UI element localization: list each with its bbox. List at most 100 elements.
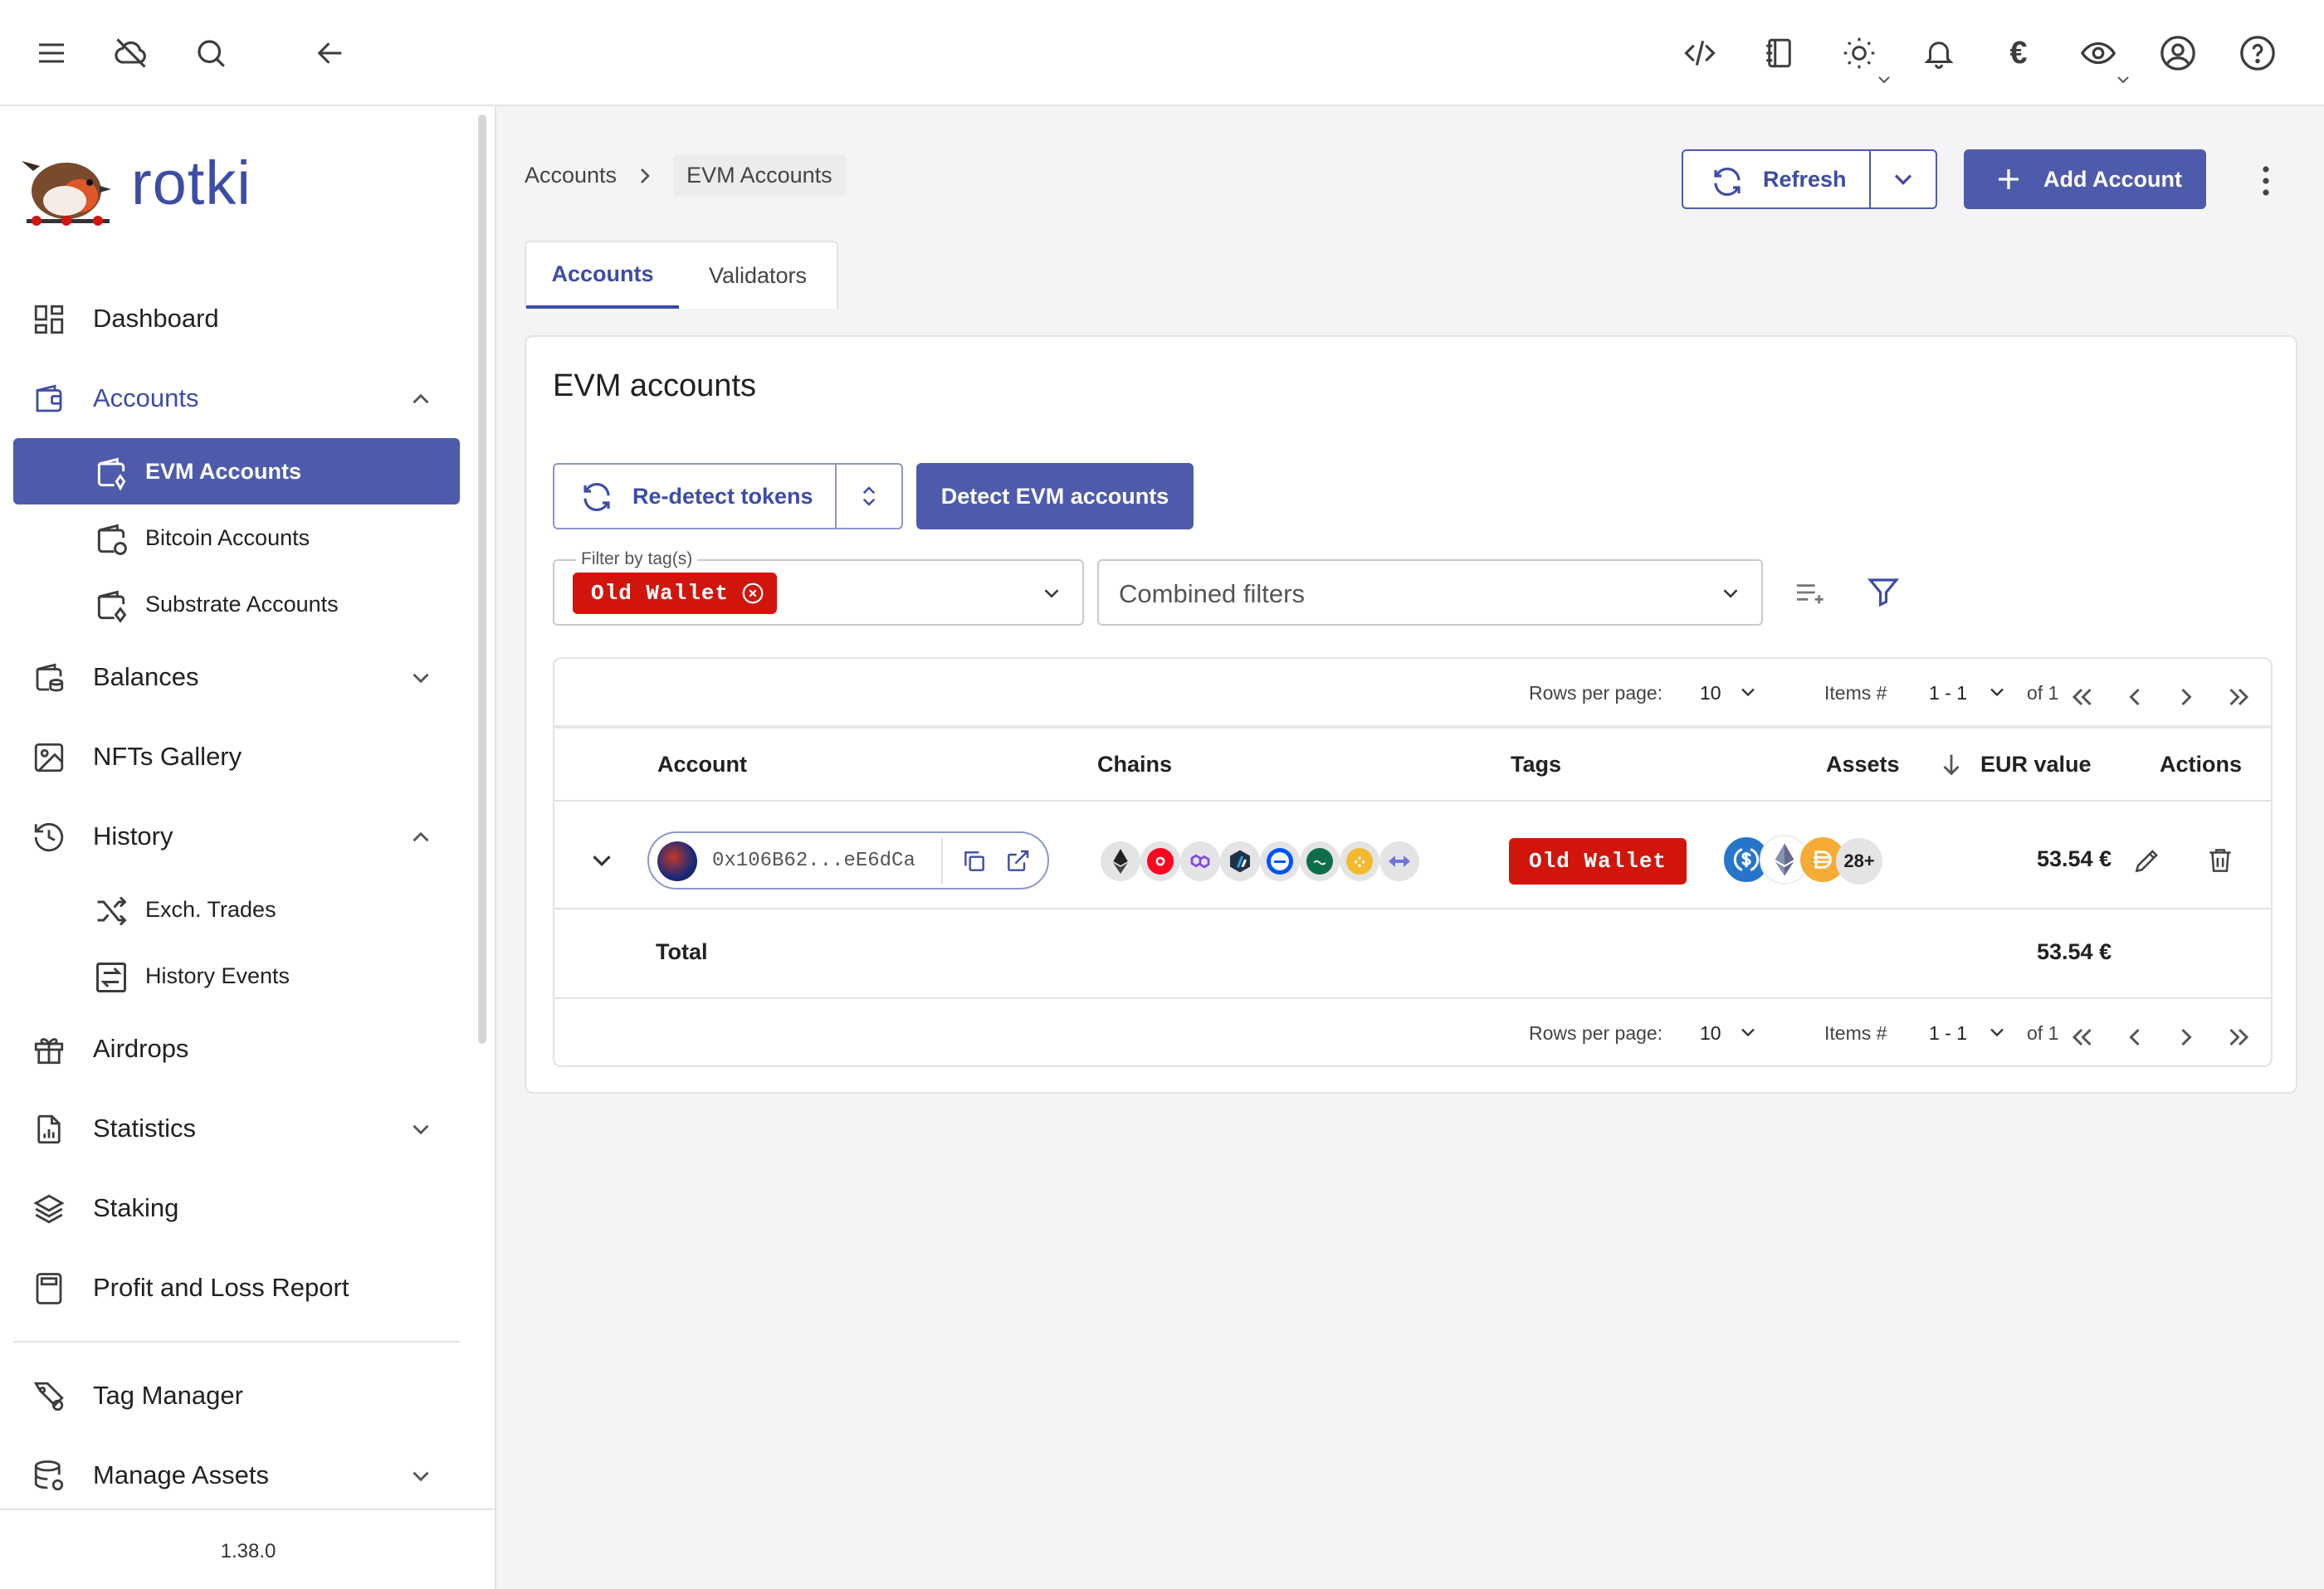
search-icon[interactable] [184, 27, 237, 80]
refresh-button[interactable]: Refresh [1682, 149, 1871, 209]
last-page-icon[interactable] [2224, 682, 2254, 712]
sidebar-item-tag-manager[interactable]: Tag Manager [13, 1362, 460, 1429]
first-page-icon[interactable] [2067, 1022, 2097, 1052]
sidebar-item-manage-assets[interactable]: Manage Assets [13, 1442, 460, 1509]
refresh-icon [1710, 164, 1745, 199]
column-header-eur-value[interactable]: EUR value [1980, 752, 2092, 777]
tag-chip[interactable]: Old Wallet [573, 573, 778, 614]
sidebar-item-airdrops[interactable]: Airdrops [13, 1016, 460, 1082]
chevron-down-icon[interactable] [1736, 1021, 1760, 1044]
sidebar-item-substrate-accounts[interactable]: Substrate Accounts [13, 571, 460, 637]
sidebar-item-history-events[interactable]: History Events [13, 943, 460, 1009]
breadcrumb-current: EVM Accounts [673, 154, 846, 197]
edit-pencil-icon[interactable] [2131, 845, 2163, 876]
first-page-icon[interactable] [2067, 682, 2097, 712]
sidebar-item-label: Accounts [93, 383, 199, 412]
balances-wallet-icon [32, 660, 66, 695]
items-label: Items # [1824, 682, 1887, 704]
notes-icon[interactable] [1753, 27, 1806, 80]
previous-page-icon[interactable] [2120, 1022, 2150, 1052]
tab-accounts[interactable]: Accounts [526, 242, 679, 309]
items-range-select[interactable]: 1 - 1 [1929, 682, 1967, 704]
copy-icon[interactable] [961, 848, 988, 875]
dashboard-icon [32, 302, 66, 337]
sidebar-item-profit-loss-report[interactable]: Profit and Loss Report [13, 1255, 460, 1321]
add-account-button[interactable]: Add Account [1964, 149, 2206, 209]
sidebar-item-statistics[interactable]: Statistics [13, 1095, 460, 1162]
total-value: 53.54 € [2037, 939, 2112, 964]
next-page-icon[interactable] [2171, 1022, 2201, 1052]
tag-filter-field[interactable]: Filter by tag(s) Old Wallet [553, 549, 1084, 626]
sort-arrow-down-icon[interactable] [1937, 750, 1965, 778]
chevron-down-icon[interactable] [1736, 680, 1760, 704]
user-account-icon[interactable] [2151, 27, 2204, 80]
next-page-icon[interactable] [2171, 682, 2201, 712]
sidebar-item-label: History [93, 821, 173, 851]
chevron-down-icon[interactable] [1985, 680, 2009, 704]
more-options-icon[interactable] [2253, 161, 2279, 201]
detect-evm-accounts-button[interactable]: Detect EVM accounts [916, 463, 1194, 529]
chevron-down-icon[interactable] [1985, 1021, 2009, 1044]
chevron-down-icon[interactable] [1871, 66, 1897, 93]
bell-icon[interactable] [1912, 27, 1965, 80]
evm-wallet-icon [93, 455, 129, 491]
sidebar-item-balances[interactable]: Balances [13, 644, 460, 710]
sidebar-scrollbar[interactable] [478, 115, 486, 1044]
app-version: 1.38.0 [220, 1540, 276, 1562]
rows-per-page-label: Rows per page: [1529, 682, 1663, 704]
sidebar-item-accounts[interactable]: Accounts [13, 365, 460, 431]
combined-filters-field[interactable]: Combined filters [1097, 559, 1763, 626]
chevron-down-icon [1888, 164, 1918, 194]
chevron-up-icon [407, 823, 435, 851]
menu-icon[interactable] [25, 27, 78, 80]
evm-accounts-card: EVM accounts Re-detect tokens Detect EVM… [525, 335, 2297, 1094]
rows-per-page-label: Rows per page: [1529, 1022, 1663, 1044]
code-icon[interactable] [1673, 27, 1726, 80]
base-chain-icon [1260, 841, 1300, 881]
refresh-options-button[interactable] [1869, 149, 1937, 209]
row-divider [554, 908, 2271, 909]
account-avatar [657, 841, 697, 881]
sidebar-item-nfts-gallery[interactable]: NFTs Gallery [13, 724, 460, 790]
sidebar-footer-divider [0, 1509, 495, 1510]
filter-icon[interactable] [1866, 574, 1901, 609]
sidebar-item-evm-accounts[interactable]: EVM Accounts [13, 438, 460, 504]
ethereum-chain-icon [1101, 841, 1140, 881]
external-link-icon[interactable] [1004, 848, 1031, 875]
previous-page-icon[interactable] [2120, 682, 2150, 712]
chevron-down-icon[interactable] [2110, 66, 2136, 93]
sidebar-item-label: Staking [93, 1193, 179, 1222]
sidebar-item-history[interactable]: History [13, 803, 460, 870]
zksync-chain-icon [1379, 841, 1419, 881]
chevron-down-icon [407, 664, 435, 692]
tab-label: Accounts [551, 261, 654, 286]
redetect-options-button[interactable] [835, 463, 903, 529]
chevron-down-icon [407, 1115, 435, 1143]
items-range-select[interactable]: 1 - 1 [1929, 1022, 1967, 1045]
last-page-icon[interactable] [2224, 1022, 2254, 1052]
transfer-events-icon [93, 959, 129, 996]
history-icon [32, 820, 66, 855]
sidebar-item-label: Bitcoin Accounts [145, 524, 310, 550]
header-divider [554, 725, 2271, 729]
rows-per-page-select[interactable]: 10 [1700, 682, 1721, 704]
currency-euro-icon[interactable]: € [1992, 27, 2045, 80]
breadcrumb-parent[interactable]: Accounts [525, 163, 617, 188]
sidebar-item-exch-trades[interactable]: Exch. Trades [13, 876, 460, 943]
help-icon[interactable] [2231, 27, 2284, 80]
rows-per-page-select[interactable]: 10 [1700, 1022, 1721, 1045]
redetect-tokens-button[interactable]: Re-detect tokens [553, 463, 837, 529]
sidebar-item-staking[interactable]: Staking [13, 1175, 460, 1241]
sidebar-item-dashboard[interactable]: Dashboard [13, 285, 460, 352]
expand-row-chevron-icon[interactable] [586, 845, 618, 876]
shuffle-icon [93, 893, 129, 929]
close-circle-icon[interactable] [740, 581, 765, 606]
column-header-account[interactable]: Account [657, 752, 747, 777]
tab-validators[interactable]: Validators [679, 242, 837, 309]
cloud-off-icon[interactable] [105, 27, 158, 80]
filter-list-add-icon[interactable] [1793, 576, 1826, 609]
asset-icons[interactable]: 28+ [1721, 833, 1887, 886]
sidebar-item-bitcoin-accounts[interactable]: Bitcoin Accounts [13, 504, 460, 571]
back-arrow-icon[interactable] [304, 27, 357, 80]
delete-trash-icon[interactable] [2204, 845, 2236, 876]
